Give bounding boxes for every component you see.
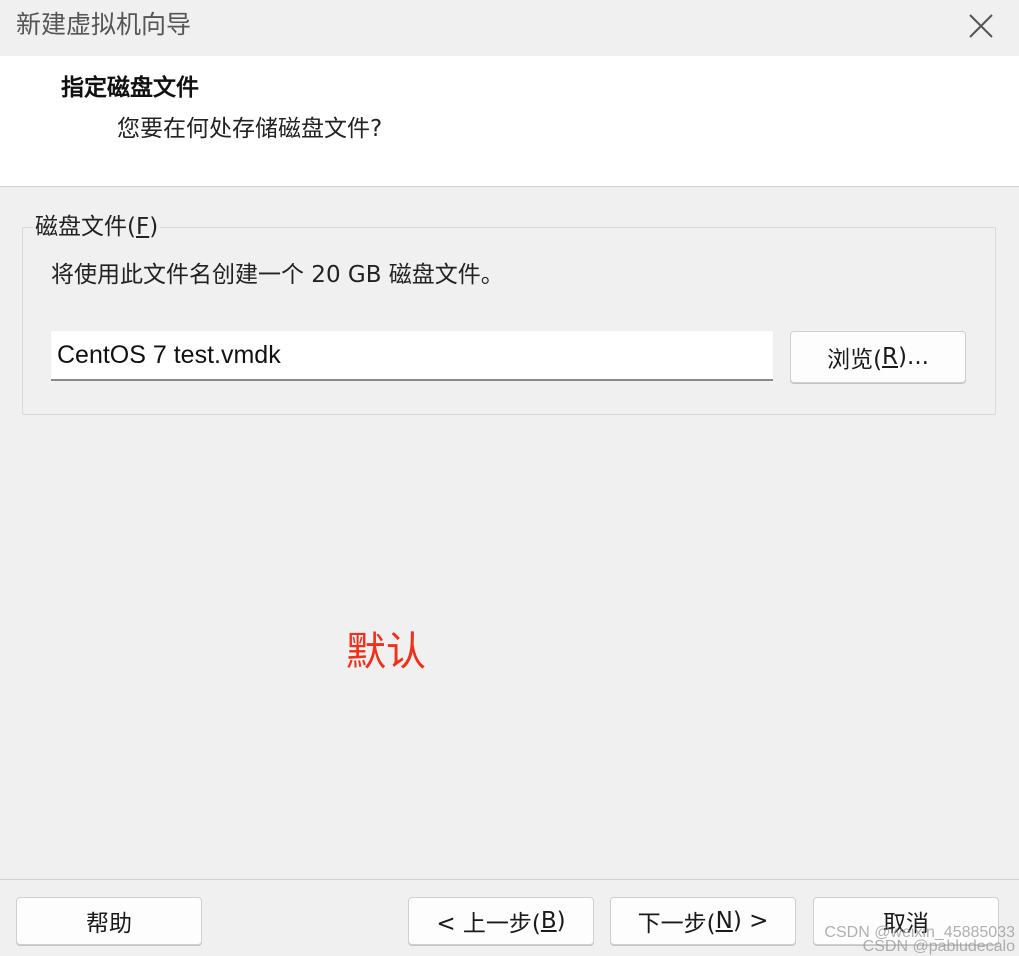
new-vm-wizard-window: 新建虚拟机向导 指定磁盘文件 您要在何处存储磁盘文件? 磁盘文件(F) 将使用此…	[0, 0, 1019, 956]
next-button[interactable]: 下一步(N) >	[610, 897, 796, 945]
wizard-header: 指定磁盘文件 您要在何处存储磁盘文件?	[0, 56, 1019, 187]
access-key: B	[540, 908, 557, 934]
window-title: 新建虚拟机向导	[16, 10, 192, 39]
back-button[interactable]: < 上一步(B)	[408, 897, 594, 945]
disk-filename-input[interactable]	[51, 331, 773, 381]
help-button[interactable]: 帮助	[16, 897, 202, 945]
close-icon	[969, 14, 993, 38]
page-title: 指定磁盘文件	[61, 75, 199, 101]
footer-divider	[0, 879, 1019, 880]
title-bar: 新建虚拟机向导	[0, 0, 1019, 56]
close-button[interactable]	[961, 8, 1001, 44]
access-key: F	[135, 214, 150, 240]
browse-button[interactable]: 浏览(R)...	[790, 331, 966, 383]
disk-file-group-label: 磁盘文件(F)	[33, 212, 161, 242]
disk-file-group	[22, 227, 996, 415]
cancel-button[interactable]: 取消	[813, 897, 999, 945]
page-subtitle: 您要在何处存储磁盘文件?	[117, 116, 383, 142]
annotation-default: 默认	[346, 629, 426, 675]
disk-file-description: 将使用此文件名创建一个 20 GB 磁盘文件。	[51, 262, 504, 288]
access-key: R	[882, 344, 899, 370]
access-key: N	[715, 908, 733, 934]
